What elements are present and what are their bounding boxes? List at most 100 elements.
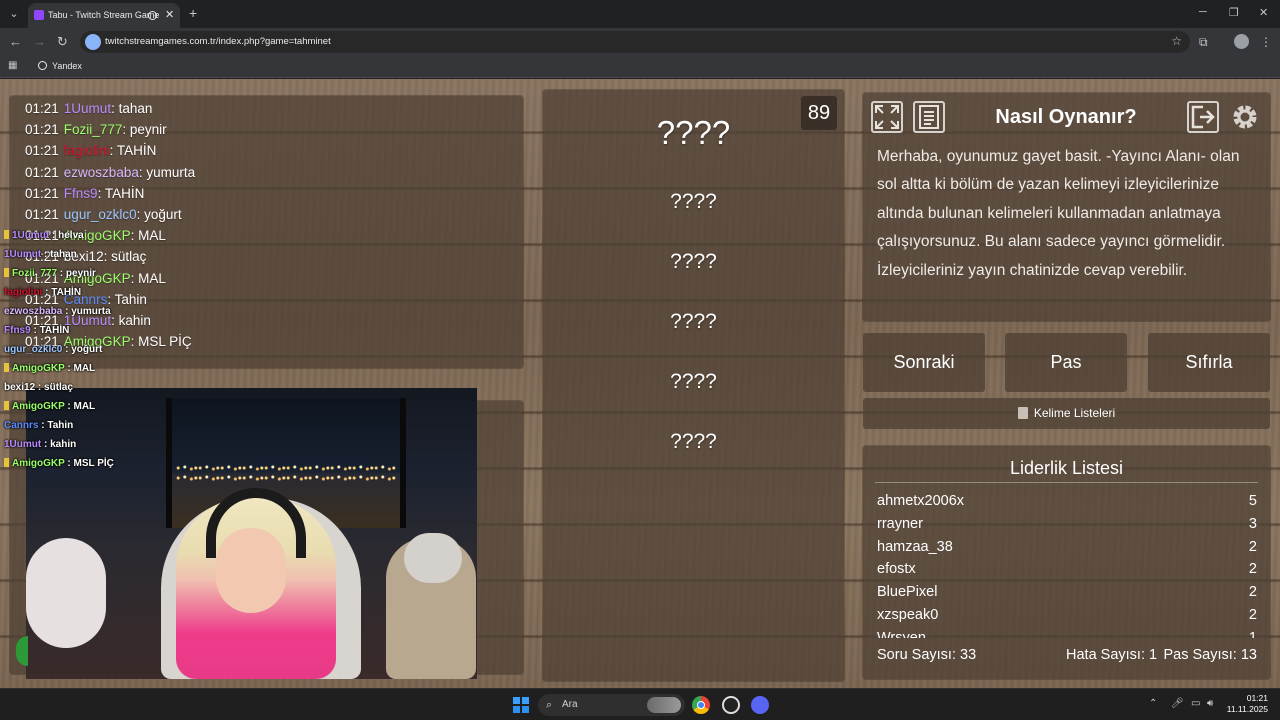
leaderboard-name: hamzaa_38 bbox=[877, 538, 953, 555]
overlay-chat-message: AmigoGKP : MAL bbox=[4, 359, 184, 378]
overlay-separator: : bbox=[49, 230, 59, 241]
word-lists-label: Kelime Listeleri bbox=[1033, 406, 1116, 420]
system-clock[interactable]: 01:21 11.11.2025 bbox=[1222, 693, 1268, 715]
chat-username[interactable]: fagiolini bbox=[64, 143, 110, 158]
bookmark-star-icon[interactable]: ☆ bbox=[1171, 34, 1182, 48]
overlay-text: yoğurt bbox=[71, 344, 103, 355]
windows-taskbar: ⌕ Ara ⌃ 🎤︎ ▭ 🔊︎ 01:21 11.11.2025 bbox=[0, 688, 1280, 720]
chat-username[interactable]: ugur_ozklc0 bbox=[64, 207, 137, 222]
overlay-separator: : bbox=[62, 344, 72, 355]
overlay-text: TAHİN bbox=[39, 325, 70, 336]
bookmark-yandex[interactable]: Yandex bbox=[38, 61, 82, 71]
overlay-text: sütlaç bbox=[44, 382, 73, 393]
reset-button[interactable]: Sıfırla bbox=[1148, 333, 1270, 392]
tray-chevron-icon[interactable]: ⌃ bbox=[1149, 698, 1157, 709]
fullscreen-icon[interactable] bbox=[871, 101, 903, 133]
overlay-chat-message: bexi12 : sütlaç bbox=[4, 378, 184, 397]
badge-icon bbox=[4, 230, 9, 239]
overlay-text: TAHİN bbox=[51, 287, 82, 298]
apps-grid-icon[interactable]: ▦ bbox=[8, 60, 17, 71]
overlay-text: MAL bbox=[73, 401, 96, 412]
site-info-icon[interactable] bbox=[85, 34, 101, 50]
menu-icon[interactable]: ⋮ bbox=[1260, 35, 1272, 49]
tab-search-icon[interactable]: ⌄ bbox=[6, 6, 22, 22]
overlay-chat-message: AmigoGKP : MAL bbox=[4, 397, 184, 416]
leaderboard-score: 2 bbox=[1248, 538, 1257, 555]
chat-username[interactable]: 1Uumut bbox=[64, 101, 111, 116]
chat-separator: : bbox=[111, 101, 119, 116]
overlay-username: 1Uumut bbox=[4, 439, 42, 450]
leaderboard-row: efostx 2 bbox=[877, 558, 1257, 581]
extensions-icon[interactable]: ⧉ bbox=[1199, 35, 1208, 50]
network-icon[interactable]: ▭ bbox=[1191, 698, 1200, 709]
minimize-icon[interactable]: ─ bbox=[1199, 6, 1207, 18]
chat-separator: : bbox=[97, 185, 105, 201]
twitch-favicon-icon bbox=[34, 10, 44, 20]
overlay-text: yumurta bbox=[71, 306, 111, 317]
volume-icon[interactable]: 🔊︎ bbox=[1207, 698, 1213, 709]
chat-time: 01:21 bbox=[25, 101, 59, 116]
back-icon[interactable]: ← bbox=[9, 34, 22, 49]
close-tab-icon[interactable]: ✕ bbox=[165, 8, 174, 21]
chrome-icon[interactable] bbox=[692, 696, 710, 714]
overlay-separator: : bbox=[35, 382, 45, 393]
overlay-separator: : bbox=[42, 287, 52, 298]
pass-button[interactable]: Pas bbox=[1005, 333, 1127, 392]
discord-icon[interactable] bbox=[751, 696, 769, 714]
forward-icon[interactable]: → bbox=[33, 34, 46, 49]
overlay-username: Ffns9 bbox=[4, 325, 31, 336]
book-icon bbox=[1017, 407, 1028, 419]
settings-gear-icon[interactable] bbox=[1229, 101, 1261, 133]
chat-username[interactable]: Fozii_777 bbox=[64, 122, 123, 137]
restore-icon[interactable]: ❐ bbox=[1229, 6, 1239, 19]
howto-description: Merhaba, oyunumuz gayet basit. -Yayıncı … bbox=[877, 148, 1240, 279]
leaderboard-score: 2 bbox=[1248, 561, 1257, 578]
chat-text: TAHİN bbox=[104, 185, 145, 201]
windows-start-icon[interactable] bbox=[513, 697, 529, 713]
overlay-username: AmigoGKP bbox=[12, 458, 65, 469]
overlay-username: Cannrs bbox=[4, 420, 39, 431]
close-window-icon[interactable]: ✕ bbox=[1259, 6, 1268, 19]
overlay-username: AmigoGKP bbox=[12, 363, 65, 374]
chat-username[interactable]: Ffns9 bbox=[64, 186, 98, 201]
chat-message: 01:21 1Uumut: tahan bbox=[25, 98, 515, 119]
next-button[interactable]: Sonraki bbox=[863, 333, 985, 392]
browser-tab[interactable]: Tabu - Twitch Stream Game ✕ bbox=[28, 3, 180, 28]
address-bar[interactable]: twitchstreamgames.com.tr/index.php?game=… bbox=[80, 31, 1190, 53]
overlay-separator: : bbox=[64, 363, 74, 374]
chat-username[interactable]: ezwoszbaba bbox=[64, 165, 139, 180]
overlay-chat-message: fagiolini : TAHİN bbox=[4, 283, 184, 302]
notes-icon[interactable] bbox=[913, 101, 945, 133]
forbidden-word: ???? bbox=[670, 430, 717, 453]
overlay-username: bexi12 bbox=[4, 382, 36, 393]
leaderboard-score: 2 bbox=[1248, 606, 1257, 623]
overlay-chat-message: 1Uumut : kahin bbox=[4, 435, 184, 454]
overlay-username: ugur_ozklc0 bbox=[4, 344, 63, 355]
profile-avatar[interactable] bbox=[1234, 34, 1249, 49]
chat-time: 01:21 bbox=[25, 206, 59, 222]
obs-icon[interactable] bbox=[722, 696, 740, 714]
leaderboard-name: xzspeak0 bbox=[877, 606, 939, 623]
badge-icon bbox=[4, 458, 9, 467]
overlay-text: MAL bbox=[73, 363, 96, 374]
stream-overlay-chat: 1Uumut : helva 1Uumut : tahan Fozii_777 : … bbox=[4, 226, 184, 473]
new-tab-icon[interactable]: + bbox=[189, 5, 197, 21]
bookmarks-bar: ▦ Yandex bbox=[0, 56, 1280, 78]
leaderboard-row: rrayner 3 bbox=[877, 513, 1257, 536]
chat-time: 01:21 bbox=[25, 185, 59, 201]
chat-time: 01:21 bbox=[25, 164, 59, 180]
chat-separator: : bbox=[109, 143, 117, 159]
microphone-icon[interactable]: 🎤︎ bbox=[1171, 698, 1184, 709]
leaderboard-row: ahmetx2006x 5 bbox=[877, 490, 1257, 513]
leaderboard-name: BluePixel bbox=[877, 584, 938, 601]
word-lists-button[interactable]: Kelime Listeleri bbox=[863, 398, 1270, 429]
overlay-separator: : bbox=[64, 458, 74, 469]
taskbar-search[interactable]: ⌕ Ara bbox=[538, 694, 685, 716]
reload-icon[interactable]: ↻ bbox=[57, 34, 68, 50]
overlay-separator: : bbox=[62, 306, 72, 317]
exit-icon[interactable] bbox=[1187, 101, 1219, 133]
overlay-separator: : bbox=[57, 268, 66, 279]
overlay-text: kahin bbox=[50, 439, 77, 450]
leaderboard-list[interactable]: ahmetx2006x 5 rrayner 3 hamzaa_38 2 efostx 2 Blu… bbox=[877, 490, 1257, 638]
overlay-separator: : bbox=[30, 325, 40, 336]
